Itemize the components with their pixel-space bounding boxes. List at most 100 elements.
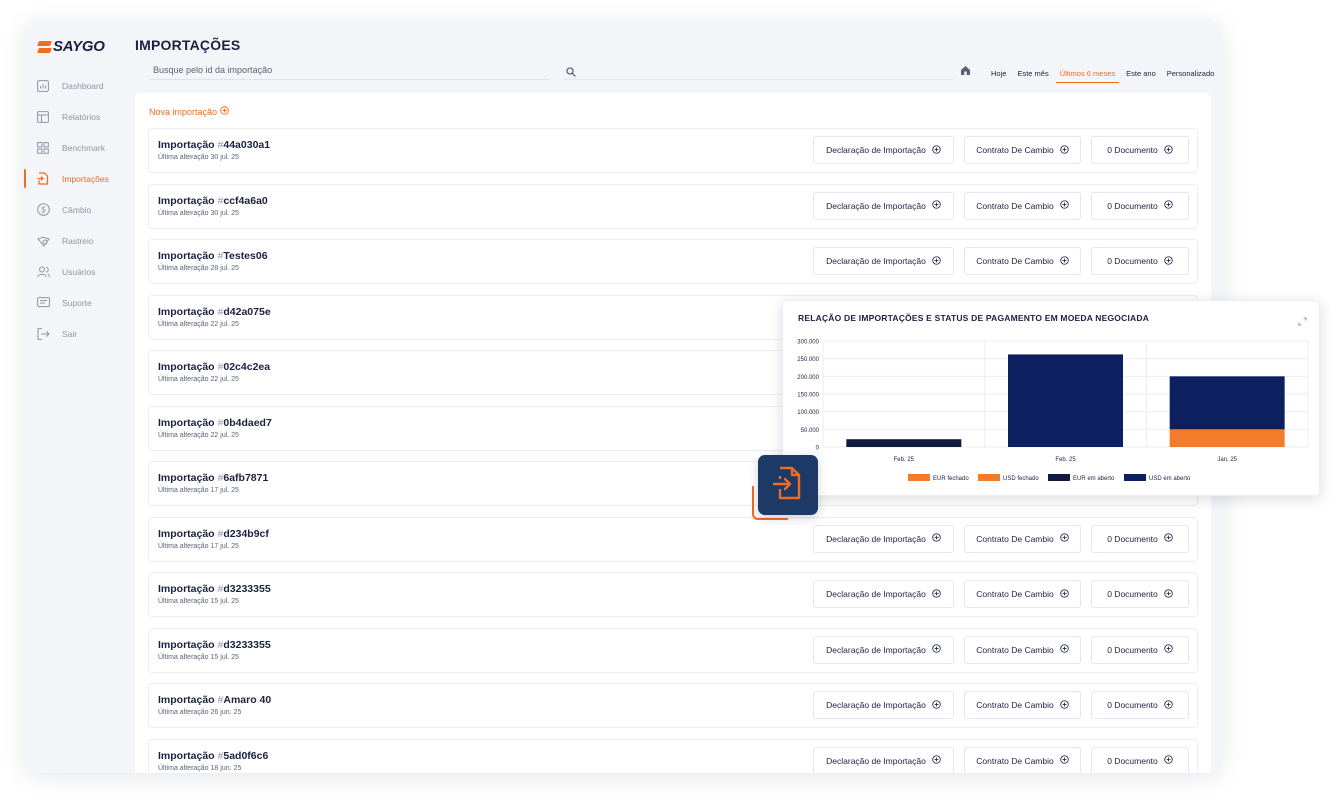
last-modified-label: Última alteração [158,487,209,494]
contrato-button[interactable]: Contrato De Cambio [964,580,1081,608]
legend-label: EUR fechado [933,476,969,482]
import-title[interactable]: Importação #02c4c2ea [158,361,270,373]
contrato-button[interactable]: Contrato De Cambio [964,247,1081,275]
sidebar-item-label: Usuários [62,266,96,277]
sidebar-item-label: Sair [62,328,78,339]
x-tick-label: Feb. 25 [1055,457,1076,463]
button-label: 0 Documento [1107,145,1158,155]
saygo-logo-icon [38,40,51,54]
import-row[interactable]: Importação #Testes06 Última alteração 28 … [148,239,1198,284]
import-row[interactable]: Importação #d234b9cf Última alteração 17 … [148,516,1198,562]
sidebar-item-dashboard[interactable]: Dashboard [24,70,128,101]
documento-button[interactable]: 0 Documento [1091,691,1189,719]
import-title[interactable]: Importação #5ad0f6c6 [158,750,268,762]
declaracao-button[interactable]: Declaração de Importação [813,136,954,164]
new-import-button[interactable]: Nova importação [149,106,229,117]
import-title[interactable]: Importação #d42a075e [158,306,271,318]
documento-button[interactable]: 0 Documento [1091,136,1189,164]
saygo-logo[interactable]: SAYGO [38,38,105,55]
contrato-button[interactable]: Contrato De Cambio [964,746,1081,773]
import-title[interactable]: Importação #6afb7871 [158,472,268,484]
svg-text:$: $ [41,205,46,214]
import-title[interactable]: Importação #44a030a1 [158,139,270,151]
plus-circle-icon [1060,588,1069,600]
import-row[interactable]: Importação #d3233355 Última alteração 15 … [148,572,1198,617]
contrato-button[interactable]: Contrato De Cambio [964,524,1081,553]
import-title[interactable]: Importação #d3233355 [158,639,271,651]
search-input[interactable] [150,64,530,75]
y-tick-label: 150.000 [797,393,819,399]
sidebar-item-label: Rastreio [62,235,94,246]
last-modified-label: Última alteração [158,320,209,328]
button-label: Contrato De Cambio [976,755,1054,766]
filter-tab[interactable]: Hoje [987,66,1010,83]
declaracao-button[interactable]: Declaração de Importação [813,691,954,719]
last-modified: Última alteração 30 jul. 25 [158,210,239,217]
import-title[interactable]: Importação #d234b9cf [158,528,269,540]
documento-button[interactable]: 0 Documento [1091,746,1189,773]
import-title[interactable]: Importação #Amaro 40 [158,694,271,706]
import-title[interactable]: Importação #0b4daed7 [158,417,272,429]
plus-circle-icon [932,644,941,655]
import-row[interactable]: Importação #5ad0f6c6 Última alteração 18 … [148,738,1198,773]
documento-button[interactable]: 0 Documento [1091,247,1189,275]
documento-button[interactable]: 0 Documento [1091,635,1189,664]
plus-circle-icon [1060,144,1069,156]
import-title[interactable]: Importação #d3233355 [158,583,271,595]
declaracao-button[interactable]: Declaração de Importação [813,580,954,608]
last-modified-label: Última alteração [158,431,209,439]
import-prefix: Importação [158,416,215,429]
plus-circle-icon [1060,255,1069,267]
home-icon[interactable] [960,63,971,81]
documento-button[interactable]: 0 Documento [1091,580,1189,608]
button-label: Contrato De Cambio [976,644,1054,655]
plus-circle-icon [932,533,941,544]
contrato-button[interactable]: Contrato De Cambio [964,635,1081,664]
last-modified: Última alteração 22 jul. 25 [158,321,239,328]
declaracao-button[interactable]: Declaração de Importação [813,746,954,773]
import-prefix: Importação [158,472,215,484]
declaracao-button[interactable]: Declaração de Importação [813,247,954,275]
sidebar-item-sair[interactable]: Sair [24,318,128,349]
import-row[interactable]: Importação #Amaro 40 Última alteração 26 … [148,683,1198,728]
contrato-button[interactable]: Contrato De Cambio [964,136,1081,164]
sidebar-item-suporte[interactable]: Suporte [24,287,128,318]
import-title[interactable]: Importação #Testes06 [158,250,268,262]
declaracao-button[interactable]: Declaração de Importação [813,635,954,664]
filter-tab[interactable]: Personalizado [1163,66,1219,83]
filter-tab[interactable]: Este mês [1013,66,1052,83]
declaracao-button[interactable]: Declaração de Importação [813,524,954,553]
import-row[interactable]: Importação #44a030a1 Última alteração 30 … [148,128,1198,173]
sidebar-item-relatorios[interactable]: Relatórios [24,101,128,132]
contrato-button[interactable]: Contrato De Cambio [964,191,1081,220]
stacked-bar-chart: 0 50.000 100.000 150.000 200.000 250.000 300.0… [797,340,1309,482]
sidebar-item-label: Dashboard [62,80,104,91]
sidebar-item-usuarios[interactable]: Usuários [24,256,128,287]
button-label: Declaração de Importação [826,589,926,599]
documento-button[interactable]: 0 Documento [1091,191,1189,220]
logout-icon [36,327,50,341]
filter-tab[interactable]: Este ano [1122,66,1160,83]
sidebar-item-cambio[interactable]: $ Câmbio [24,194,128,225]
import-title[interactable]: Importação #ccf4a6a0 [158,195,268,207]
last-modified-date: 30 jul. 25 [210,154,239,161]
import-row[interactable]: Importação #ccf4a6a0 Última alteração 30 … [148,183,1198,229]
import-row[interactable]: Importação #d3233355 Última alteração 15 … [148,627,1198,673]
documento-button[interactable]: 0 Documento [1091,524,1189,553]
dollar-icon: $ [36,203,50,217]
sidebar-item-benchmark[interactable]: Benchmark [24,132,128,163]
button-label: 0 Documento [1107,700,1158,710]
contrato-button[interactable]: Contrato De Cambio [964,691,1081,719]
report-icon [36,110,50,124]
sidebar-item-importacoes[interactable]: Importações [24,163,128,194]
tracking-icon [36,234,50,248]
filter-tab[interactable]: Últimos 6 meses [1055,66,1120,83]
import-id: 6afb7871 [223,472,269,484]
declaracao-button[interactable]: Declaração de Importação [813,191,954,220]
expand-icon[interactable] [1298,313,1307,331]
sidebar-item-rastreio[interactable]: Rastreio [24,225,128,256]
plus-circle-icon [1164,699,1173,711]
last-modified-date: 22 jul. 25 [210,376,239,383]
import-prefix: Importação [158,583,215,595]
y-tick-label: 0 [816,446,820,452]
